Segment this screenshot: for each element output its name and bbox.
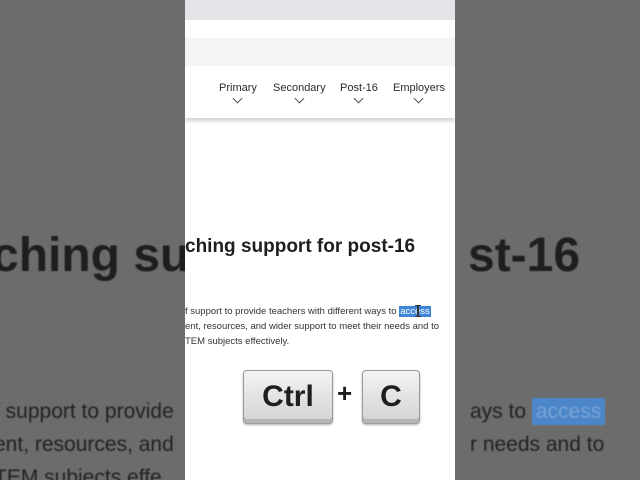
phone-screen: Primary Secondary Post-16 Employers chin… — [185, 0, 455, 480]
background-line-right-1-text: ays to — [470, 400, 532, 423]
nav-item-secondary[interactable]: Secondary — [273, 82, 326, 104]
paragraph-line-1: f support to provide teachers with diffe… — [185, 306, 431, 317]
browser-address-area — [185, 22, 455, 38]
browser-top-bar — [185, 0, 455, 20]
chevron-down-icon — [414, 93, 424, 104]
background-line-2: ent, resources, and — [0, 433, 174, 456]
chevron-down-icon — [294, 93, 305, 104]
c-key: C — [362, 370, 420, 424]
paragraph-line-3: TEM subjects effectively. — [185, 336, 290, 347]
page-heading: ching support for post-16 — [185, 236, 416, 257]
nav-item-label: Primary — [219, 82, 257, 94]
nav-item-label: Secondary — [273, 82, 326, 94]
chevron-down-icon — [354, 93, 364, 104]
background-line-1: f support to provide — [0, 400, 174, 423]
text-cursor-icon — [415, 305, 421, 317]
background-line-3: TEM subjects effe — [0, 466, 162, 480]
nav-item-label: Post-16 — [340, 82, 378, 94]
site-header-strip — [185, 38, 455, 66]
ctrl-key: Ctrl — [243, 370, 333, 424]
nav-item-primary[interactable]: Primary — [219, 82, 257, 104]
nav-item-employers[interactable]: Employers — [393, 82, 445, 104]
paragraph-text: f support to provide teachers with diffe… — [185, 306, 400, 317]
background-heading-right: st-16 — [468, 229, 581, 282]
background-heading-left: ching su — [0, 229, 190, 282]
nav-item-post-16[interactable]: Post-16 — [340, 82, 378, 104]
background-line-right-1: ays to access — [470, 398, 606, 425]
paragraph-line-2: ent, resources, and wider support to mee… — [185, 321, 440, 332]
nav-item-label: Employers — [393, 82, 445, 94]
main-navigation: Primary Secondary Post-16 Employers — [185, 66, 455, 118]
background-highlight: access — [531, 398, 606, 425]
background-line-right-2: r needs and to — [470, 433, 605, 456]
plus-sign: + — [337, 378, 353, 408]
chevron-down-icon — [232, 93, 243, 104]
